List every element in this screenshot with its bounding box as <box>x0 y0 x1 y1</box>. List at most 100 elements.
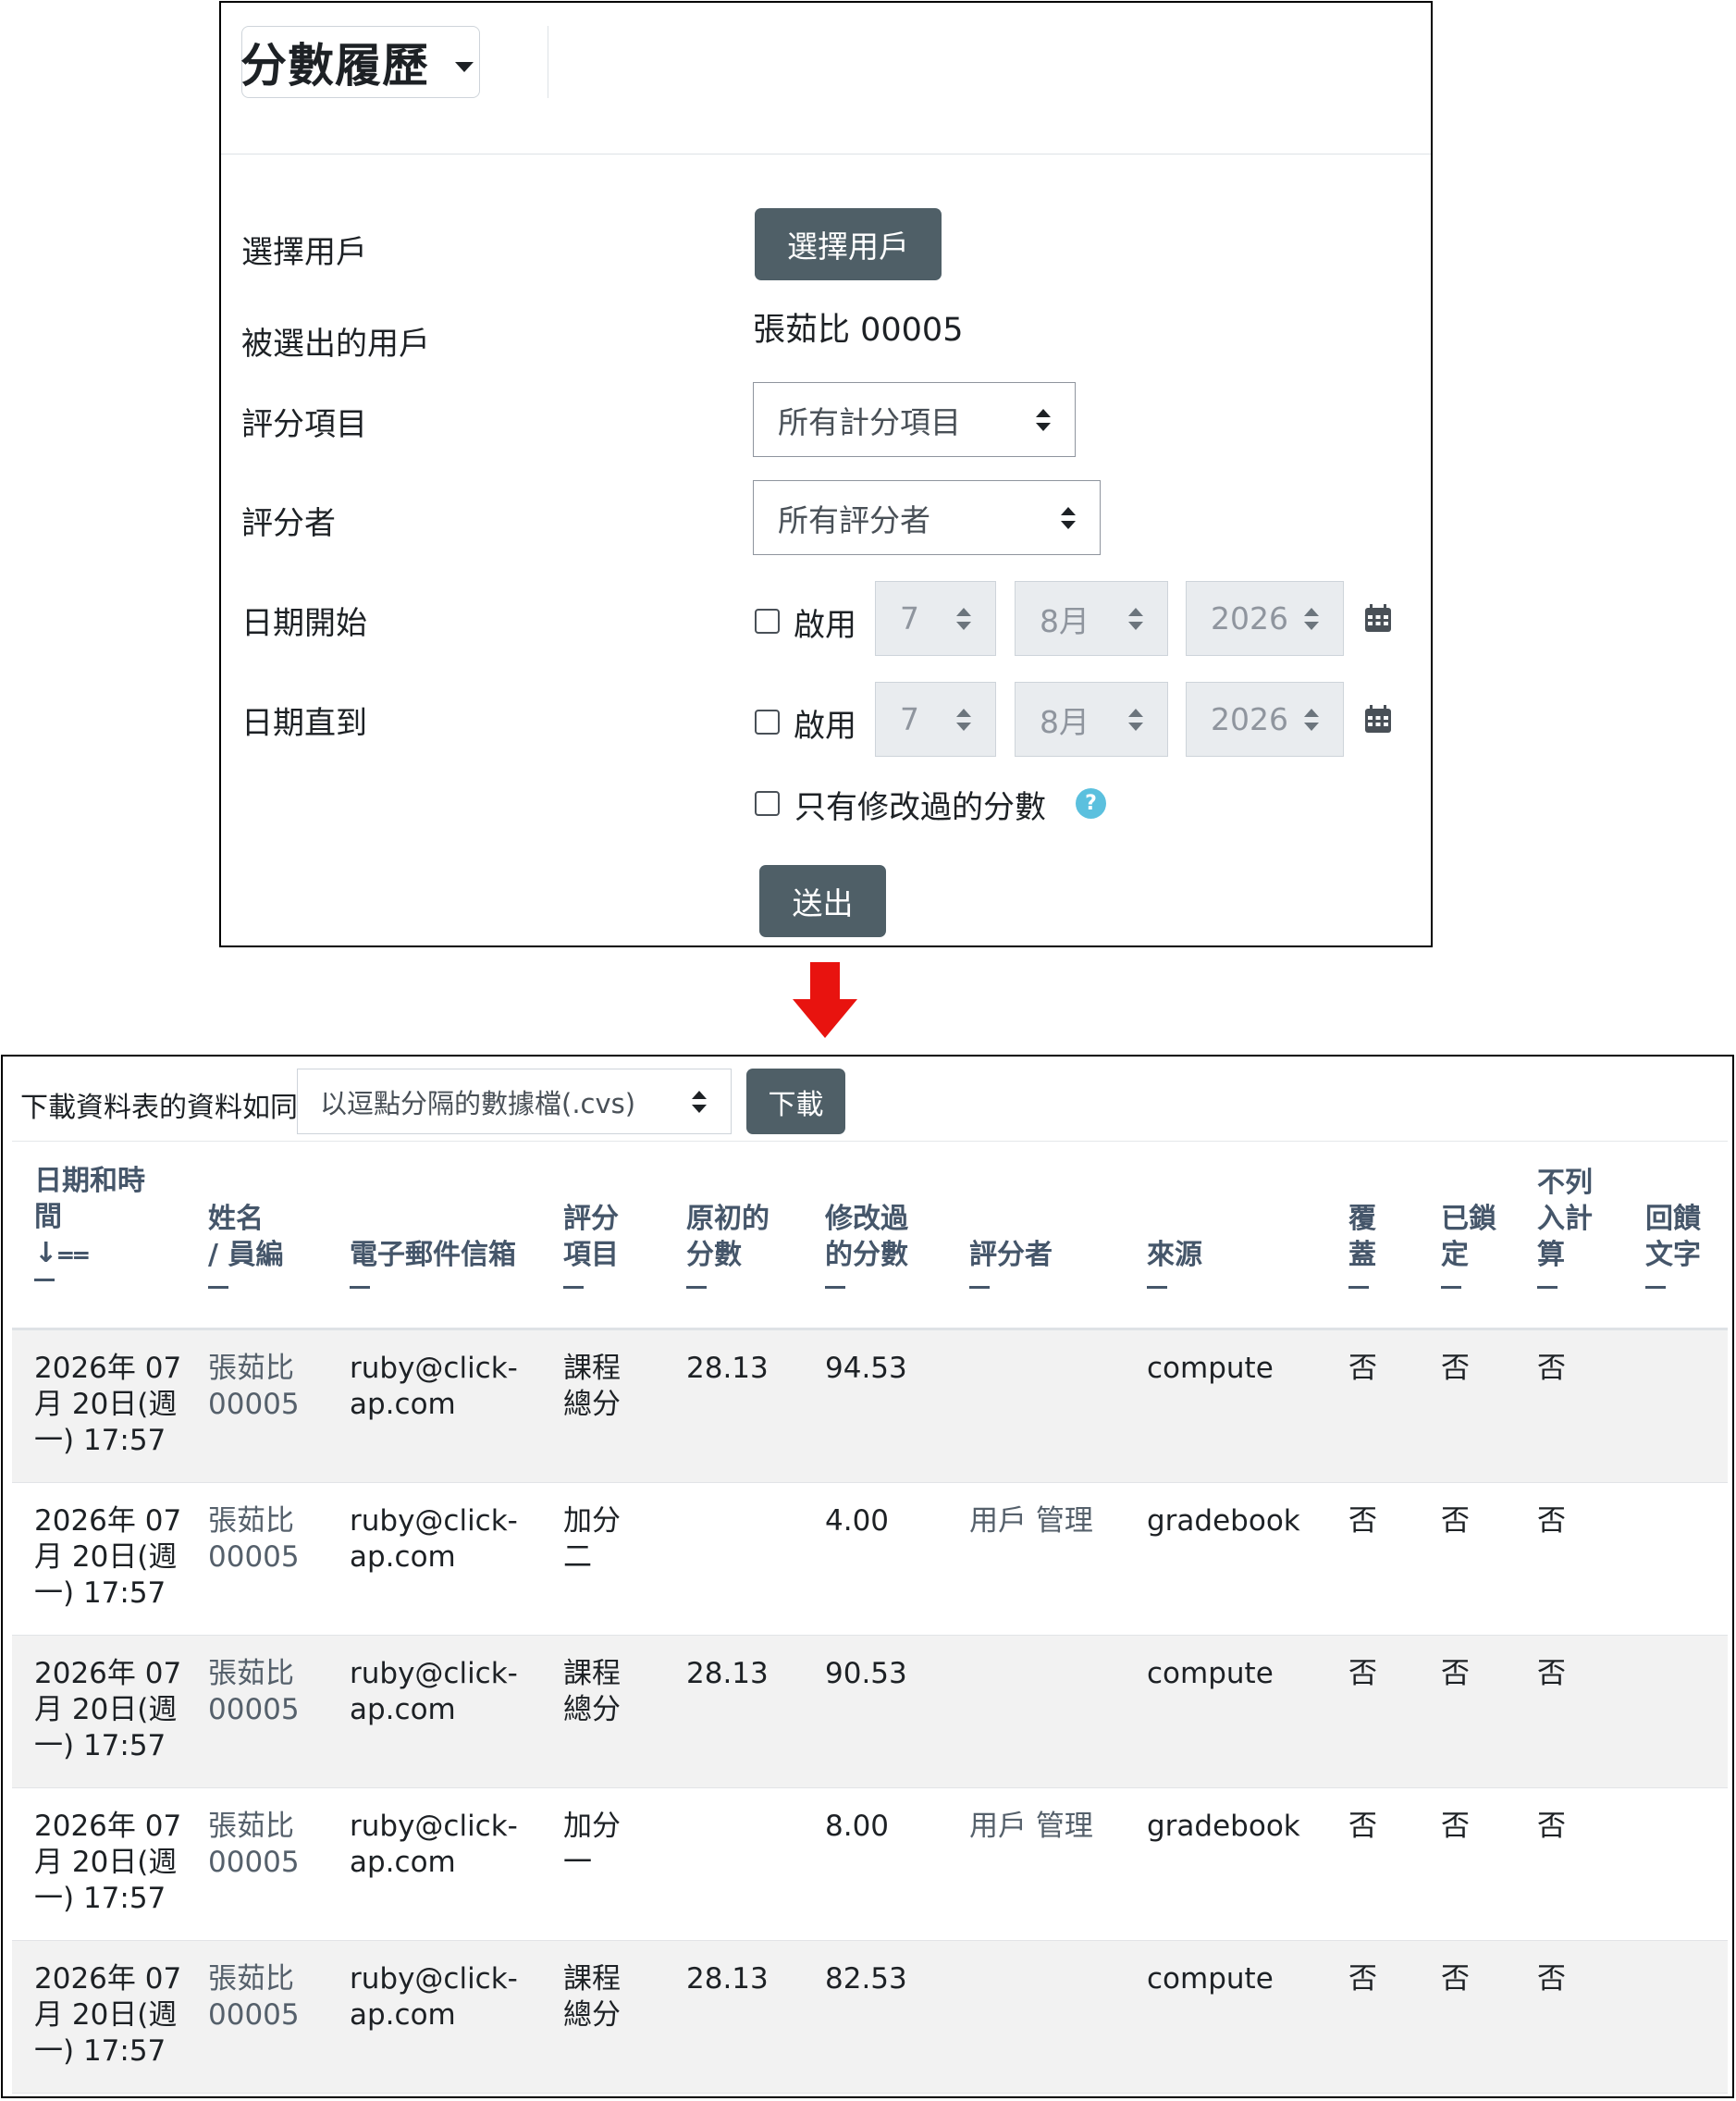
cell-name[interactable]: 張茹比 00005 <box>208 1656 300 1728</box>
column-header-source[interactable]: 來源 <box>1147 1237 1202 1289</box>
column-header-locked[interactable]: 已鎖 定 <box>1441 1201 1496 1289</box>
collapse-column-icon[interactable] <box>1147 1286 1167 1289</box>
cell-text[interactable]: 00005 <box>208 1845 300 1881</box>
select-user-label: 選擇用戶 <box>241 234 367 271</box>
download-format-select[interactable]: 以逗點分隔的數據檔(.cvs) <box>297 1069 732 1134</box>
grade-item-value: 所有計分項目 <box>778 403 961 440</box>
collapse-column-icon[interactable] <box>825 1286 845 1289</box>
collapse-column-icon[interactable] <box>208 1286 228 1289</box>
date-from-year-select[interactable]: 2026 <box>1186 581 1344 656</box>
date-to-label: 日期直到 <box>241 705 367 742</box>
cell-text[interactable]: 張茹比 <box>208 1503 300 1539</box>
download-label: 下載資料表的資料如同 <box>20 1092 298 1124</box>
collapse-column-icon[interactable] <box>1537 1286 1557 1289</box>
download-format-value: 以逗點分隔的數據檔(.cvs) <box>320 1087 636 1119</box>
download-button[interactable]: 下載 <box>746 1069 845 1134</box>
cell-text: 月 20日(週 <box>34 1388 178 1421</box>
header-text: 姓名 <box>208 1203 264 1235</box>
date-to-day-select[interactable]: 7 <box>875 682 996 757</box>
cell-locked: 否 <box>1441 1809 1470 1845</box>
calendar-icon[interactable] <box>1364 603 1392 633</box>
cell-text: 否 <box>1441 1352 1470 1385</box>
column-header-name[interactable]: 姓名 / 員編 <box>208 1201 283 1289</box>
cell-text: compute <box>1147 1352 1274 1385</box>
cell-text: 一) 17:57 <box>34 1729 166 1762</box>
column-header-original-grade[interactable]: 原初的 分數 <box>686 1201 770 1289</box>
collapse-column-icon[interactable] <box>969 1286 990 1289</box>
cell-name[interactable]: 張茹比 00005 <box>208 1503 300 1576</box>
column-header-revised-grade[interactable]: 修改過 的分數 <box>825 1201 908 1289</box>
cell-text: 否 <box>1348 1504 1377 1538</box>
cell-name[interactable]: 張茹比 00005 <box>208 1351 300 1423</box>
collapse-column-icon[interactable] <box>1645 1286 1666 1289</box>
header-text: 的分數 <box>825 1239 908 1271</box>
date-to-year-select[interactable]: 2026 <box>1186 682 1344 757</box>
report-selector-dropdown[interactable]: 分數履歷 <box>240 26 480 98</box>
submit-button[interactable]: 送出 <box>759 865 886 937</box>
cell-text[interactable]: 00005 <box>208 1997 300 2033</box>
header-text: 評分者 <box>969 1239 1053 1271</box>
cell-name[interactable]: 張茹比 00005 <box>208 1809 300 1881</box>
date-from-month-select[interactable]: 8月 <box>1015 581 1168 656</box>
cell-text: 2026年 07 <box>34 1962 182 1996</box>
cell-text[interactable]: 用戶 管理 <box>969 1809 1093 1845</box>
collapse-column-icon[interactable] <box>1441 1286 1461 1289</box>
date-to-month-select[interactable]: 8月 <box>1015 682 1168 757</box>
cell-excluded: 否 <box>1537 1503 1566 1539</box>
collapse-column-icon[interactable] <box>1348 1286 1369 1289</box>
cell-grader[interactable]: 用戶 管理 <box>969 1809 1093 1845</box>
date-from-enable-checkbox[interactable] <box>755 609 780 634</box>
select-user-button[interactable]: 選擇用戶 <box>755 208 942 280</box>
date-from-day-select[interactable]: 7 <box>875 581 996 656</box>
cell-grader[interactable]: 用戶 管理 <box>969 1503 1093 1539</box>
column-header-grader[interactable]: 評分者 <box>969 1237 1053 1289</box>
cell-text[interactable]: 00005 <box>208 1539 300 1576</box>
only-modified-checkbox[interactable] <box>755 791 780 816</box>
cell-text[interactable]: 張茹比 <box>208 1961 300 1997</box>
column-header-excluded[interactable]: 不列 入計 算 <box>1537 1165 1593 1289</box>
cell-datetime: 2026年 07 月 20日(週 一) 17:57 <box>34 1809 181 1917</box>
collapse-column-icon[interactable] <box>350 1286 370 1289</box>
collapse-column-icon[interactable] <box>686 1286 707 1289</box>
cell-text[interactable]: 00005 <box>208 1387 300 1423</box>
cell-original-grade: 28.13 <box>686 1351 769 1387</box>
cell-source: compute <box>1147 1656 1274 1692</box>
cell-datetime: 2026年 07 月 20日(週 一) 17:57 <box>34 1503 181 1612</box>
cell-excluded: 否 <box>1537 1809 1566 1845</box>
cell-text: ruby@click- <box>350 1962 518 1996</box>
sort-descending-icon: ↓⩵ <box>34 1237 90 1269</box>
cell-text: 月 20日(週 <box>34 1540 178 1574</box>
cell-text: ap.com <box>350 1388 456 1421</box>
help-icon[interactable]: ? <box>1076 788 1106 819</box>
cell-text: 二 <box>563 1540 592 1574</box>
cell-grade-item: 課程 總分 <box>563 1351 621 1423</box>
cell-text: 月 20日(週 <box>34 1998 178 2032</box>
date-to-enable-checkbox[interactable] <box>755 710 780 735</box>
date-from-enable-label: 啟用 <box>794 607 856 644</box>
cell-text: 一) 17:57 <box>34 2034 166 2068</box>
cell-text: 90.53 <box>825 1657 907 1690</box>
cell-source: compute <box>1147 1351 1274 1387</box>
column-header-datetime[interactable]: 日期和時 間 ↓⩵ <box>34 1163 145 1281</box>
cell-text[interactable]: 用戶 管理 <box>969 1503 1093 1539</box>
collapse-column-icon[interactable] <box>563 1286 584 1289</box>
cell-text[interactable]: 張茹比 <box>208 1656 300 1692</box>
cell-text: 總分 <box>563 1693 621 1726</box>
column-header-email[interactable]: 電子郵件信箱 <box>350 1237 516 1289</box>
cell-text[interactable]: 00005 <box>208 1692 300 1728</box>
panel-header: 分數履歷 <box>221 3 1431 154</box>
cell-text[interactable]: 張茹比 <box>208 1809 300 1845</box>
cell-name[interactable]: 張茹比 00005 <box>208 1961 300 2033</box>
cell-text: 否 <box>1537 1810 1566 1843</box>
column-header-overridden[interactable]: 覆 蓋 <box>1348 1201 1376 1289</box>
table-row: 2026年 07 月 20日(週 一) 17:57 張茹比 00005 ruby@clic… <box>12 1788 1728 1941</box>
grade-item-select[interactable]: 所有計分項目 <box>753 382 1076 457</box>
cell-text: 一 <box>563 1846 592 1879</box>
collapse-column-icon[interactable] <box>34 1279 55 1281</box>
grader-select[interactable]: 所有評分者 <box>753 480 1101 555</box>
cell-text[interactable]: 張茹比 <box>208 1351 300 1387</box>
column-header-feedback[interactable]: 回饋 文字 <box>1645 1201 1701 1289</box>
column-header-grade-item[interactable]: 評分 項目 <box>563 1201 619 1289</box>
cell-text: 否 <box>1537 1504 1566 1538</box>
calendar-icon[interactable] <box>1364 704 1392 734</box>
